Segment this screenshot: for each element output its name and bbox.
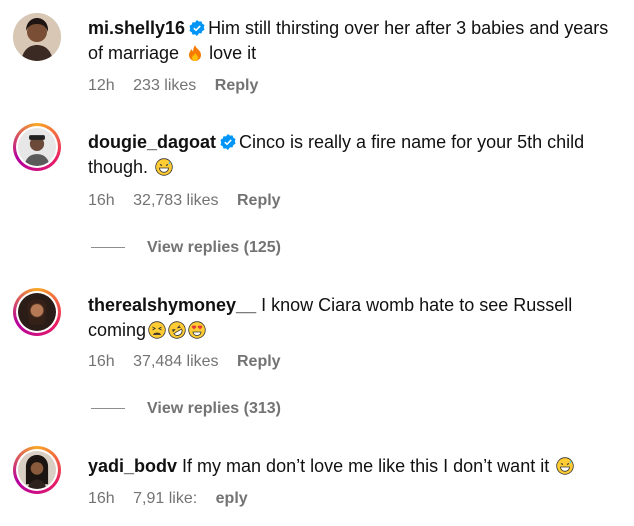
- profile-photo-icon: [18, 128, 56, 166]
- avatar-inner: [16, 449, 58, 491]
- avatar-inner: [16, 126, 58, 168]
- view-replies-label: View replies (313): [147, 400, 281, 417]
- reply-button[interactable]: Reply: [215, 77, 259, 94]
- comment-likes[interactable]: 7,91 like:: [133, 490, 197, 507]
- comment-meta: 16h 32,783 likes Reply: [88, 192, 295, 210]
- comment-username[interactable]: dougie_dagoat: [88, 132, 216, 152]
- avatar-inner: [16, 291, 58, 333]
- divider-line: [91, 408, 125, 410]
- view-replies-label: View replies (125): [147, 239, 281, 256]
- comment-likes[interactable]: 37,484 likes: [133, 353, 218, 370]
- comment-text-block: therealshymoney__ I know Ciara womb hate…: [88, 293, 612, 343]
- comment-text-block: mi.shelly16 Him still thirsting over her …: [88, 16, 612, 66]
- avatar[interactable]: [13, 13, 61, 61]
- verified-badge-icon: [220, 134, 236, 150]
- comment-likes[interactable]: 32,783 likes: [133, 192, 218, 209]
- grinning-sweat-emoji-icon: [155, 158, 173, 176]
- comment-time: 16h: [88, 490, 115, 507]
- reply-button[interactable]: Reply: [237, 353, 281, 370]
- comment-meta: 16h 37,484 likes Reply: [88, 353, 295, 371]
- comment-likes[interactable]: 233 likes: [133, 77, 196, 94]
- verified-badge-icon: [189, 20, 205, 36]
- comment-text-block: yadi_bodv If my man don’t love me like t…: [88, 454, 612, 479]
- profile-photo-icon: [18, 451, 56, 489]
- heart-eyes-emoji-icon: [188, 321, 206, 339]
- avatar[interactable]: [13, 446, 61, 494]
- reply-button[interactable]: Reply: [237, 192, 281, 209]
- comment-text: If my man don’t love me like this I don’…: [182, 456, 550, 476]
- rofl-emoji-icon: [168, 321, 186, 339]
- view-replies-button[interactable]: View replies (313): [91, 400, 281, 418]
- comment-username[interactable]: yadi_bodv: [88, 456, 177, 476]
- tired-face-emoji-icon: [148, 321, 166, 339]
- comment-text-end: love it: [209, 43, 257, 63]
- profile-photo-icon: [18, 293, 56, 331]
- comment-text-block: dougie_dagoat Cinco is really a fire name…: [88, 130, 612, 180]
- view-replies-button[interactable]: View replies (125): [91, 239, 281, 257]
- comment-username[interactable]: mi.shelly16: [88, 18, 185, 38]
- reply-button[interactable]: eply: [216, 490, 248, 507]
- comment-time: 16h: [88, 353, 115, 370]
- fire-emoji-icon: [189, 45, 202, 61]
- comment-time: 16h: [88, 192, 115, 209]
- comment-meta: 12h 233 likes Reply: [88, 77, 272, 95]
- avatar[interactable]: [13, 123, 61, 171]
- comment-time: 12h: [88, 77, 115, 94]
- profile-photo-icon: [13, 13, 61, 61]
- comment-username[interactable]: therealshymoney__: [88, 295, 256, 315]
- avatar[interactable]: [13, 288, 61, 336]
- grinning-sweat-emoji-icon: [556, 457, 574, 475]
- divider-line: [91, 247, 125, 249]
- comment-meta: 16h 7,91 like: eply: [88, 490, 262, 508]
